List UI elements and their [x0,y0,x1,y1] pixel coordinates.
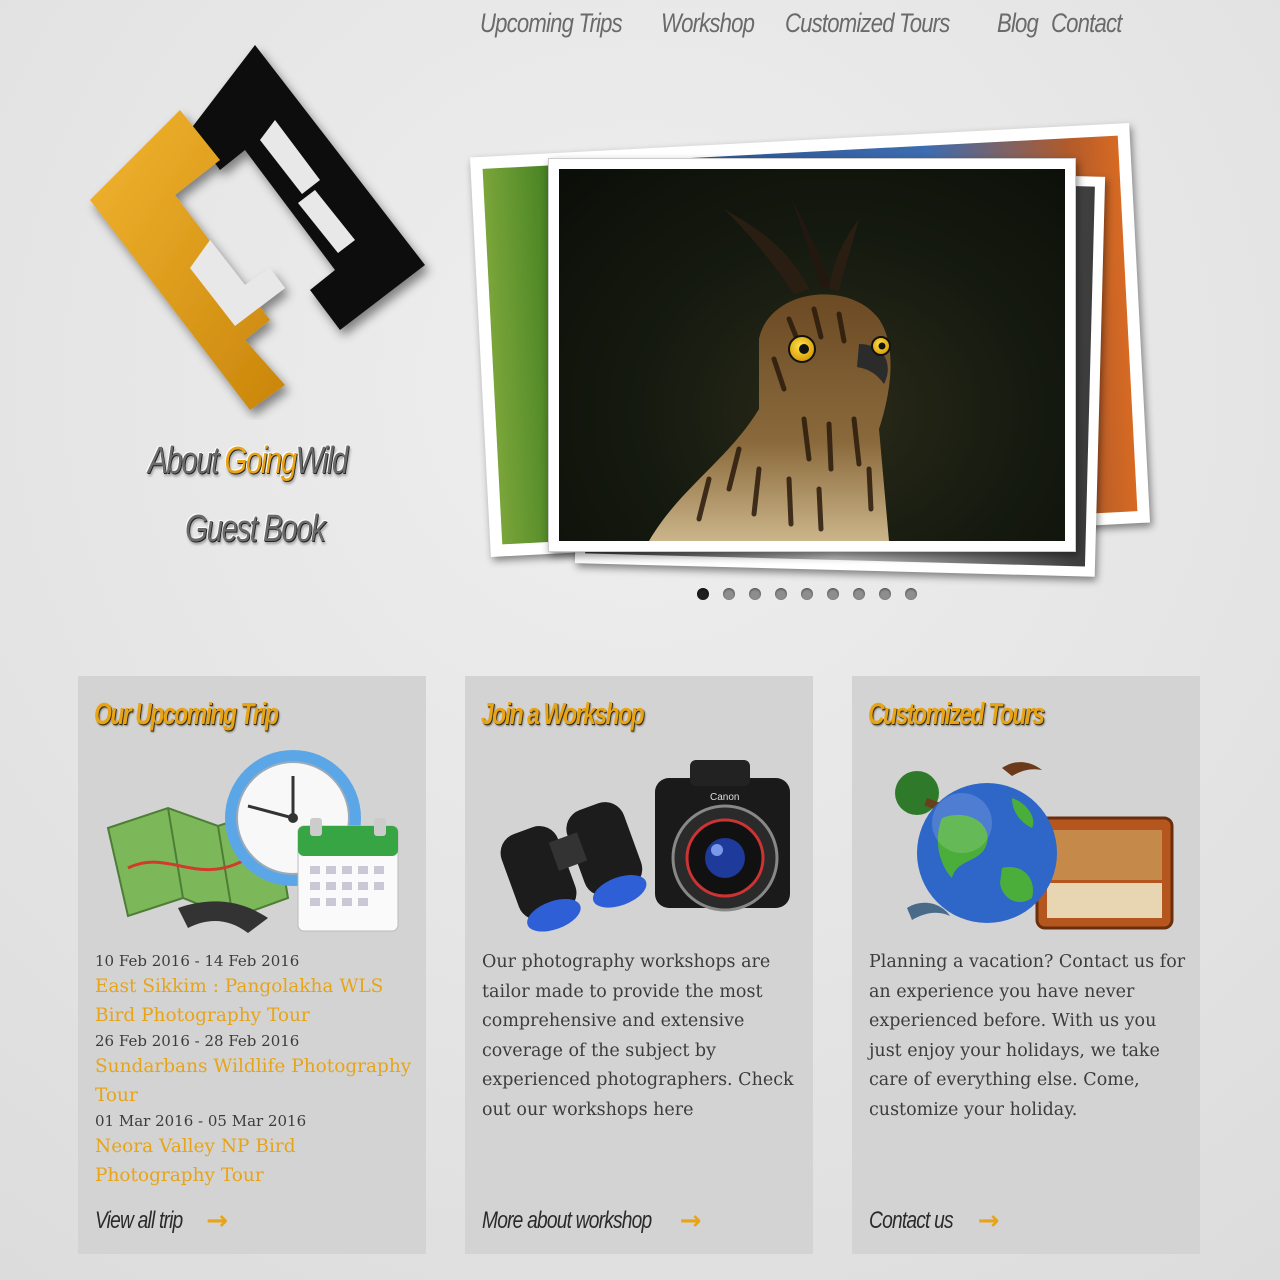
more-about-workshop-link[interactable]: More about workshop → [482,1206,702,1236]
about-accent: Going [224,440,297,482]
slide-dot-9[interactable] [905,588,917,600]
hawk-eagle-image [649,199,891,541]
arrow-right-icon: → [679,1206,702,1236]
about-suffix: Wild [295,440,349,482]
guest-book-link[interactable]: Guest Book [185,508,326,551]
workshop-card: Join a Workshop Canon Our photography wo… [465,676,813,1254]
tours-description: Planning a vacation? Contact us for an e… [869,952,1186,1120]
contact-us-label: Contact us [869,1207,954,1234]
arrow-right-icon: → [206,1206,228,1236]
camera-brand: Canon [710,792,739,803]
binoculars-camera-icon: Canon [500,760,790,932]
trip-date: 10 Feb 2016 - 14 Feb 2016 [95,952,300,970]
nav-blog[interactable]: Blog [997,8,1039,39]
slide-dot-1[interactable] [697,588,709,600]
nav-contact[interactable]: Contact [1051,8,1122,39]
slideshow-pagination [697,588,917,600]
view-all-trip-link[interactable]: View all trip → [95,1206,228,1236]
globe-suitcase-icon [895,762,1174,930]
slide-dot-7[interactable] [853,588,865,600]
customized-tours-card: Customized Tours Planning a vacation? Co… [852,676,1200,1254]
trip-list: 10 Feb 2016 - 14 Feb 2016 East Sikkim : … [95,950,415,1190]
nav-workshop[interactable]: Workshop [661,8,755,39]
view-all-trip-label: View all trip [95,1207,183,1234]
upcoming-trip-card: Our Upcoming Trip 10 Feb 2016 - 14 Feb 2… [78,676,426,1254]
more-about-workshop-label: More about workshop [482,1207,652,1234]
nav-upcoming-trips[interactable]: Upcoming Trips [480,8,623,39]
trip-link[interactable]: Neora Valley NP Bird Photography Tour [95,1132,415,1190]
slide-dot-5[interactable] [801,588,813,600]
map-clock-calendar-icon [106,750,399,933]
active-photo [548,158,1076,552]
trip-link[interactable]: Sundarbans Wildlife Photography Tour [95,1052,415,1110]
arrow-right-icon: → [977,1206,1000,1236]
slide-dot-3[interactable] [749,588,761,600]
nav-customized-tours[interactable]: Customized Tours [785,8,950,39]
slide-dot-8[interactable] [879,588,891,600]
workshop-description: Our photography workshops are tailor mad… [482,952,794,1120]
about-link[interactable]: About GoingWild [148,440,349,483]
slide-dot-6[interactable] [827,588,839,600]
trip-date: 01 Mar 2016 - 05 Mar 2016 [95,1112,307,1130]
card-title-tours: Customized Tours [868,696,1045,731]
photo-slideshow[interactable] [469,110,1170,590]
card-title-workshop: Join a Workshop [481,696,645,731]
main-nav: Upcoming Trips Workshop Customized Tours… [480,8,1137,39]
gw-logo[interactable] [70,40,440,420]
about-prefix: About [148,440,225,482]
trip-date: 26 Feb 2016 - 28 Feb 2016 [95,1032,300,1050]
trip-link[interactable]: East Sikkim : Pangolakha WLS Bird Photog… [95,972,415,1030]
slide-dot-2[interactable] [723,588,735,600]
card-title-trips: Our Upcoming Trip [94,696,279,731]
contact-us-link[interactable]: Contact us → [869,1206,1000,1236]
slide-dot-4[interactable] [775,588,787,600]
